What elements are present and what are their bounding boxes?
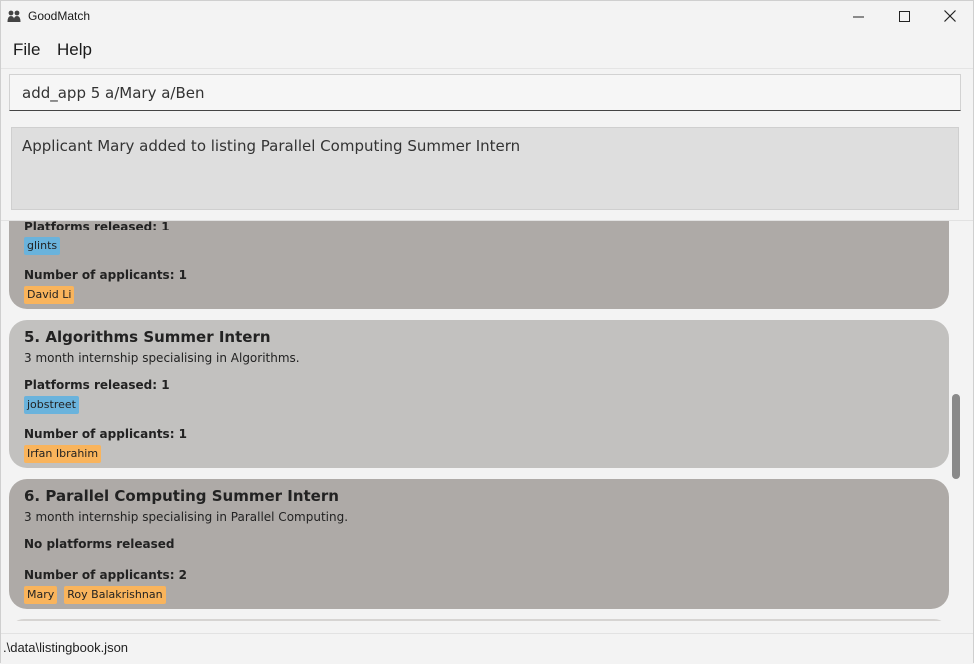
app-logo-icon [7,10,21,22]
platform-tags: jobstreet [24,396,79,414]
minimize-icon [852,16,864,17]
status-bar: .\data\listingbook.json [1,633,973,664]
listing-title: 5. Algorithms Summer Intern [24,328,271,346]
platforms-label: Platforms released: 1 [24,378,170,392]
command-input-value: add_app 5 a/Mary a/Ben [22,84,205,102]
window-title: GoodMatch [28,9,91,23]
applicant-tag: Irfan Ibrahim [24,445,102,463]
platform-tag: glints [24,237,61,255]
listing-description: 3 month internship specialising in Paral… [24,510,349,524]
applicant-tag: Mary [24,586,58,604]
listing-card[interactable]: Platforms released: 1 glints Number of a… [9,220,949,309]
applicant-tag: David Li [24,286,75,304]
platform-tags: glints [24,237,61,255]
platforms-label: No platforms released [24,537,175,551]
minimize-button[interactable] [835,1,881,31]
listing-description: 3 month internship specialising in Algor… [24,351,300,365]
result-display: Applicant Mary added to listing Parallel… [11,127,959,210]
listing-card[interactable]: 6. Parallel Computing Summer Intern 3 mo… [9,479,949,609]
listing-card-next[interactable] [9,619,949,621]
close-icon [944,10,956,22]
command-input[interactable]: add_app 5 a/Mary a/Ben [9,74,961,111]
applicants-label: Number of applicants: 1 [24,427,188,441]
listing-list: Platforms released: 1 glints Number of a… [1,220,973,621]
listing-card[interactable]: 5. Algorithms Summer Intern 3 month inte… [9,320,949,468]
applicant-tags: Irfan Ibrahim [24,445,102,463]
menu-file[interactable]: File [13,40,40,60]
maximize-button[interactable] [881,1,927,31]
platforms-label: Platforms released: 1 [24,220,170,230]
result-message: Applicant Mary added to listing Parallel… [22,137,521,155]
applicants-label: Number of applicants: 2 [24,568,188,582]
scroll-thumb[interactable] [952,394,960,479]
maximize-icon [898,10,910,22]
menu-help[interactable]: Help [57,40,92,60]
applicants-label: Number of applicants: 1 [24,268,188,282]
save-file-path: .\data\listingbook.json [3,640,129,655]
platform-tag: jobstreet [24,396,79,414]
close-button[interactable] [927,1,973,31]
applicant-tags: Mary Roy Balakrishnan [24,586,166,604]
applicant-tag: Roy Balakrishnan [64,586,166,604]
title-bar: GoodMatch [1,1,973,31]
applicant-tags: David Li [24,286,75,304]
menu-bar: File Help [1,32,973,69]
scrollbar[interactable] [949,229,963,619]
listing-title: 6. Parallel Computing Summer Intern [24,487,339,505]
app-window: GoodMatch File Help add_app 5 a/Mary a/B… [0,0,974,664]
